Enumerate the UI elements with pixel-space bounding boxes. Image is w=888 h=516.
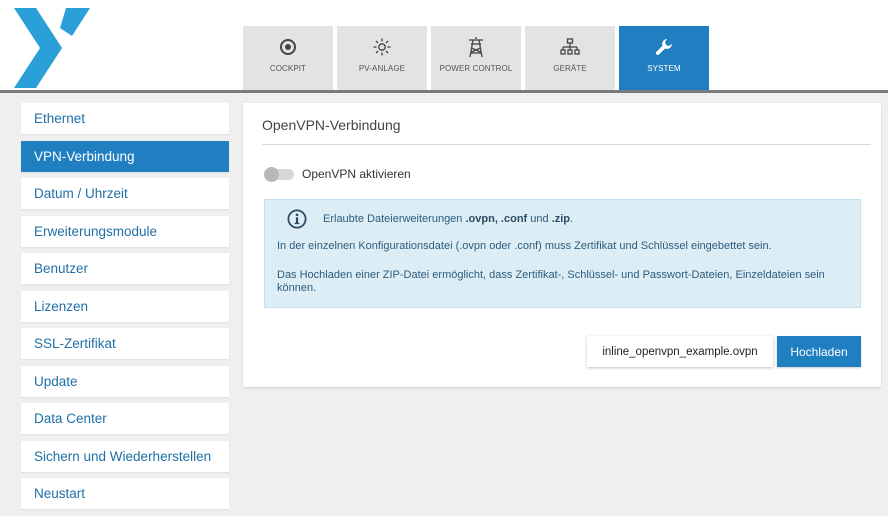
title-divider	[262, 144, 871, 145]
info-text: Erlaubte Dateierweiterungen	[323, 213, 466, 225]
wrench-icon	[654, 36, 674, 58]
sidebar-item-lizenzen[interactable]: Lizenzen	[21, 290, 229, 322]
tab-cockpit[interactable]: COCKPIT	[243, 26, 333, 90]
info-ext-zip: .zip	[551, 213, 571, 225]
info-extensions-line: Erlaubte Dateierweiterungen .ovpn, .conf…	[323, 213, 573, 225]
upload-button[interactable]: Hochladen	[777, 336, 861, 367]
openvpn-toggle[interactable]	[264, 167, 294, 182]
tab-system[interactable]: SYSTEM	[619, 26, 709, 90]
sidebar-item-data-center[interactable]: Data Center	[21, 403, 229, 434]
tab-pv-anlage[interactable]: PV-ANLAGE	[337, 26, 427, 90]
tab-geraete[interactable]: GERÄTE	[525, 26, 615, 90]
sidebar-item-update[interactable]: Update	[21, 365, 229, 397]
info-zip-line: Das Hochladen einer ZIP-Datei ermöglicht…	[277, 269, 825, 294]
tab-label: GERÄTE	[553, 64, 587, 73]
info-ext-ovpn-conf: .ovpn, .conf	[465, 213, 528, 225]
sidebar-item-ssl-zertifikat[interactable]: SSL-Zertifikat	[21, 328, 229, 359]
info-config-line: In der einzelnen Konfigurationsdatei (.o…	[277, 240, 772, 252]
tab-label: COCKPIT	[269, 64, 307, 73]
sun-icon	[372, 36, 392, 58]
file-name-field[interactable]: inline_openvpn_example.ovpn	[587, 336, 773, 367]
target-icon	[279, 36, 297, 58]
page-title: OpenVPN-Verbindung	[262, 117, 401, 133]
tab-label: POWER CONTROL	[439, 64, 513, 73]
header-divider	[0, 90, 888, 93]
sidebar-item-neustart[interactable]: Neustart	[21, 478, 229, 509]
sidebar-item-vpn-verbindung[interactable]: VPN-Verbindung	[21, 140, 229, 172]
sidebar-item-benutzer[interactable]: Benutzer	[21, 253, 229, 284]
sidebar: Ethernet VPN-Verbindung Datum / Uhrzeit …	[21, 103, 229, 516]
brand-logo[interactable]	[14, 8, 104, 88]
network-icon	[560, 36, 580, 58]
power-tower-icon	[466, 36, 486, 58]
sidebar-item-erweiterungsmodule[interactable]: Erweiterungsmodule	[21, 215, 229, 247]
tab-power-control[interactable]: POWER CONTROL	[431, 26, 521, 90]
tab-label: PV-ANLAGE	[358, 64, 406, 73]
main-nav: COCKPIT PV-ANLAGE POWER CONTROL GERÄTE S…	[243, 26, 713, 90]
sidebar-item-ethernet[interactable]: Ethernet	[21, 103, 229, 134]
openvpn-toggle-label: OpenVPN aktivieren	[302, 167, 411, 181]
sidebar-item-datum-uhrzeit[interactable]: Datum / Uhrzeit	[21, 178, 229, 209]
info-icon	[287, 209, 307, 229]
tab-label: SYSTEM	[647, 64, 681, 73]
info-text: und	[527, 213, 552, 225]
app-header: COCKPIT PV-ANLAGE POWER CONTROL GERÄTE S…	[0, 0, 888, 93]
openvpn-panel: OpenVPN-Verbindung OpenVPN aktivieren Er…	[243, 103, 881, 387]
info-box: Erlaubte Dateierweiterungen .ovpn, .conf…	[264, 199, 861, 308]
toggle-knob	[264, 167, 279, 182]
info-text: .	[570, 213, 574, 225]
sidebar-item-sichern-wiederherstellen[interactable]: Sichern und Wiederherstellen	[21, 440, 229, 472]
